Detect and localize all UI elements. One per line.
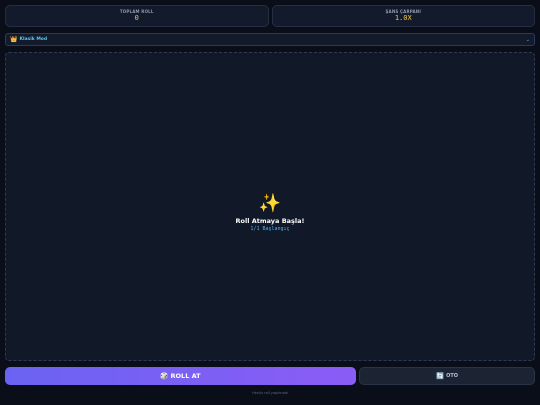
roll-button-label: ROLL AT [170, 372, 201, 380]
mode-select-label: Klasik Mod [19, 37, 48, 42]
luck-multiplier-card: ŞANS ÇARPANI 1.0X [271, 5, 535, 27]
mode-select[interactable]: 👑 Klasik Mod ⌄ [5, 33, 535, 46]
sparkles-icon: ✨ [258, 193, 282, 214]
arena-subtitle: 1/1 Başlangıç [250, 226, 290, 232]
total-roll-card: TOPLAM ROLL 0 [5, 5, 269, 27]
chevron-down-icon: ⌄ [525, 36, 530, 43]
auto-button-label: OTO [446, 373, 458, 379]
arena-title: Roll Atmaya Başla! [235, 217, 305, 225]
roll-button[interactable]: 🎲 ROLL AT [5, 367, 356, 385]
auto-button[interactable]: 🔄 OTO [359, 367, 535, 385]
dice-icon: 🎲 [160, 371, 169, 380]
luck-multiplier-value: 1.0X [394, 14, 412, 22]
roll-arena: ✨ Roll Atmaya Başla! 1/1 Başlangıç [5, 52, 535, 361]
roll-history-status: Henüz roll yapılmadı [252, 391, 288, 395]
stats-bar: TOPLAM ROLL 0 ŞANS ÇARPANI 1.0X [5, 5, 535, 27]
total-roll-value: 0 [134, 14, 139, 22]
crown-icon: 👑 [10, 35, 18, 43]
repeat-icon: 🔄 [435, 371, 445, 380]
